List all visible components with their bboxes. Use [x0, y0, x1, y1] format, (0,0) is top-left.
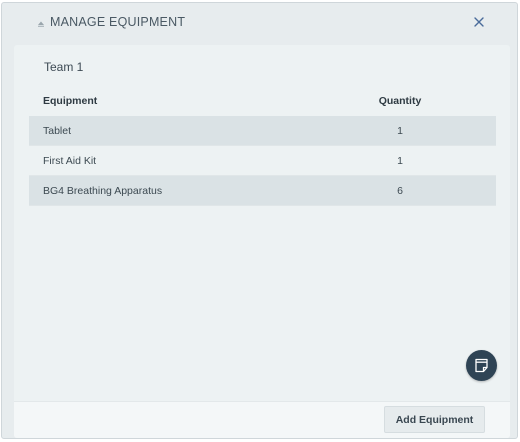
equipment-quantity: 1	[397, 154, 403, 167]
dialog-footer: Add Equipment	[14, 401, 510, 438]
table-row[interactable]: Tablet 1	[29, 116, 496, 146]
equipment-panel: Team 1 Equipment Quantity Tablet 1 First…	[14, 45, 510, 438]
manage-equipment-dialog: MANAGE EQUIPMENT Team 1 Equipment Quanti…	[1, 2, 518, 439]
column-header-equipment: Equipment	[43, 95, 98, 107]
dialog-header: MANAGE EQUIPMENT	[2, 3, 517, 43]
table-row[interactable]: First Aid Kit 1	[29, 146, 496, 176]
equipment-table: Equipment Quantity Tablet 1 First Aid Ki…	[29, 86, 496, 206]
equipment-quantity: 6	[397, 184, 403, 197]
add-equipment-button[interactable]: Add Equipment	[384, 406, 485, 433]
dialog-title: MANAGE EQUIPMENT	[50, 15, 186, 29]
caret-up-icon[interactable]	[36, 18, 46, 28]
table-header: Equipment Quantity	[29, 86, 496, 116]
column-header-quantity: Quantity	[378, 95, 422, 107]
equipment-name: BG4 Breathing Apparatus	[43, 184, 163, 197]
notes-icon	[475, 358, 488, 373]
equipment-quantity: 1	[397, 124, 403, 137]
notes-button[interactable]	[466, 350, 497, 381]
close-icon[interactable]	[471, 14, 487, 30]
equipment-name: First Aid Kit	[43, 154, 97, 167]
table-row[interactable]: BG4 Breathing Apparatus 6	[29, 176, 496, 206]
team-name: Team 1	[44, 60, 84, 74]
equipment-name: Tablet	[43, 124, 72, 137]
